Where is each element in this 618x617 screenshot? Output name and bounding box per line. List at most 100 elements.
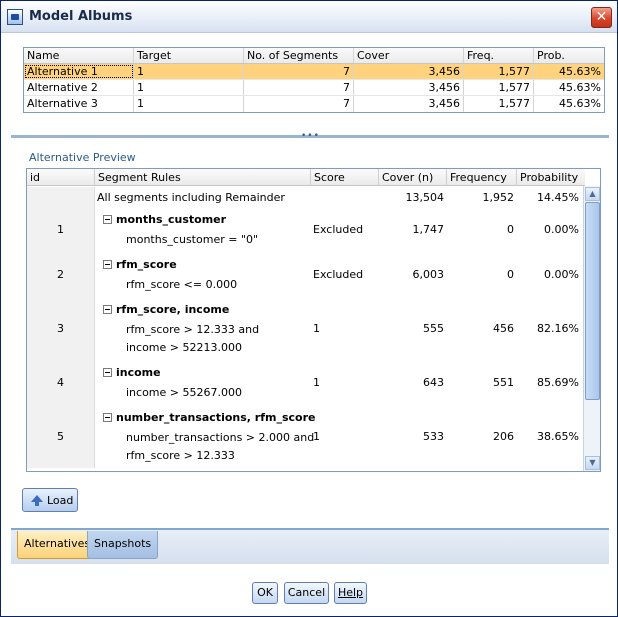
alt-freq: 1,577: [464, 96, 534, 112]
header-id[interactable]: id: [27, 169, 95, 186]
load-button-label: Load: [47, 494, 74, 507]
header-name[interactable]: Name: [24, 48, 134, 63]
splitter-grip-icon[interactable]: •••: [301, 132, 320, 141]
summary-row[interactable]: All segments including Remainder 13,504 …: [27, 187, 583, 207]
segment-frequency: 551: [493, 376, 514, 389]
segment-probability: 82.16%: [537, 322, 579, 335]
alternative-row-1[interactable]: Alternative 1 1 7 3,456 1,577 45.63%: [24, 64, 604, 80]
segment-cover: 533: [423, 430, 444, 443]
preview-vertical-scrollbar[interactable]: ▲ ▼: [583, 186, 600, 471]
ok-button[interactable]: OK: [252, 582, 278, 604]
segment-score: 1: [313, 376, 320, 389]
segment-rule-title[interactable]: income: [103, 366, 161, 379]
segment-score: Excluded: [313, 223, 364, 236]
header-prob[interactable]: Prob.: [534, 48, 604, 63]
header-cover[interactable]: Cover: [354, 48, 464, 63]
alt-cover: 3,456: [354, 64, 464, 79]
scroll-down-icon[interactable]: ▼: [585, 456, 600, 470]
alt-freq: 1,577: [464, 80, 534, 95]
segment-rule-title[interactable]: rfm_score: [103, 258, 177, 271]
close-button[interactable]: ✕: [591, 7, 612, 28]
segment-id: 3: [27, 297, 95, 360]
segment-rules-cell: income income > 55267.000: [95, 360, 311, 405]
segment-rules-cell: rfm_score, income rfm_score > 12.333 and…: [95, 297, 311, 360]
alternatives-table: Name Target No. of Segments Cover Freq. …: [23, 47, 605, 113]
collapse-toggle-icon[interactable]: [103, 368, 112, 377]
alt-cover: 3,456: [354, 96, 464, 112]
segment-id: 4: [27, 360, 95, 405]
segment-rules-cell: number_transactions, rfm_score number_tr…: [95, 405, 315, 468]
alt-cover: 3,456: [354, 80, 464, 95]
summary-rules: All segments including Remainder: [97, 190, 285, 204]
segment-rule-title[interactable]: months_customer: [103, 213, 226, 226]
segment-row-2[interactable]: 2 rfm_score rfm_score <= 0.000 Excluded …: [27, 252, 583, 297]
up-arrow-stem: [35, 501, 39, 506]
segment-score: 1: [313, 322, 320, 335]
rule-title-text: rfm_score: [116, 258, 177, 271]
summary-id-cell: [27, 187, 95, 207]
alt-name[interactable]: Alternative 2: [24, 80, 134, 95]
alt-target: 1: [134, 80, 244, 95]
header-cover-n[interactable]: Cover (n): [379, 169, 447, 186]
segment-frequency: 0: [507, 223, 514, 236]
summary-cover: 13,504: [405, 190, 445, 204]
segment-id: 1: [27, 207, 95, 252]
header-frequency[interactable]: Frequency: [447, 169, 517, 186]
header-segment-rules[interactable]: Segment Rules: [95, 169, 311, 186]
scroll-up-icon[interactable]: ▲: [585, 187, 600, 201]
tab-snapshots[interactable]: Snapshots: [87, 531, 159, 559]
preview-header-row: id Segment Rules Score Cover (n) Frequen…: [27, 169, 585, 186]
header-segments[interactable]: No. of Segments: [244, 48, 354, 63]
app-icon: [7, 9, 23, 25]
cancel-button[interactable]: Cancel: [284, 582, 329, 604]
summary-frequency: 1,952: [482, 190, 515, 204]
alternatives-header-row: Name Target No. of Segments Cover Freq. …: [24, 48, 604, 64]
collapse-toggle-icon[interactable]: [103, 215, 112, 224]
segment-row-5[interactable]: 5 number_transactions, rfm_score number_…: [27, 405, 583, 468]
alt-segments: 7: [244, 96, 354, 112]
segment-id: 5: [27, 405, 95, 468]
segment-rule-title[interactable]: rfm_score, income: [103, 303, 229, 316]
alt-target: 1: [134, 64, 244, 79]
segment-frequency: 206: [493, 430, 514, 443]
segment-score: 1: [313, 430, 320, 443]
header-score[interactable]: Score: [311, 169, 379, 186]
header-target[interactable]: Target: [134, 48, 244, 63]
segment-rules-cell: rfm_score rfm_score <= 0.000: [95, 252, 311, 297]
collapse-toggle-icon[interactable]: [103, 305, 112, 314]
segment-cover: 6,003: [412, 268, 445, 281]
scroll-thumb[interactable]: [585, 202, 600, 400]
header-probability[interactable]: Probability: [517, 169, 585, 186]
alt-freq: 1,577: [464, 64, 534, 79]
segment-row-3[interactable]: 3 rfm_score, income rfm_score > 12.333 a…: [27, 297, 583, 360]
segment-rule-title[interactable]: number_transactions, rfm_score: [103, 411, 315, 424]
segment-frequency: 456: [493, 322, 514, 335]
help-button[interactable]: Help: [334, 582, 367, 604]
load-button[interactable]: Load: [22, 488, 78, 512]
segment-row-1[interactable]: 1 months_customer months_customer = "0" …: [27, 207, 583, 252]
rule-condition: number_transactions > 2.000 and: [126, 431, 315, 444]
alt-prob: 45.63%: [559, 65, 601, 78]
alt-segments: 7: [244, 64, 354, 79]
header-freq[interactable]: Freq.: [464, 48, 534, 63]
segment-id: 2: [27, 252, 95, 297]
collapse-toggle-icon[interactable]: [103, 413, 112, 422]
segment-rules-cell: months_customer months_customer = "0": [95, 207, 311, 252]
alt-name[interactable]: Alternative 1: [24, 64, 134, 79]
rule-title-text: rfm_score, income: [116, 303, 230, 316]
title-bar[interactable]: Model Albums ✕: [1, 1, 617, 33]
tab-alternatives[interactable]: Alternatives: [17, 531, 98, 559]
rule-title-text: income: [116, 366, 161, 379]
alternative-row-2[interactable]: Alternative 2 1 7 3,456 1,577 45.63%: [24, 80, 604, 96]
model-albums-dialog: Model Albums ✕ Name Target No. of Segmen…: [0, 0, 618, 617]
alternative-row-3[interactable]: Alternative 3 1 7 3,456 1,577 45.63%: [24, 96, 604, 112]
collapse-toggle-icon[interactable]: [103, 260, 112, 269]
rule-condition: months_customer = "0": [126, 233, 259, 246]
segment-score: Excluded: [313, 268, 364, 281]
segment-cover: 555: [423, 322, 444, 335]
alt-segments: 7: [244, 80, 354, 95]
segment-row-4[interactable]: 4 income income > 55267.000 1 643 551 85…: [27, 360, 583, 405]
alternative-preview-table: id Segment Rules Score Cover (n) Frequen…: [26, 168, 601, 472]
alt-name[interactable]: Alternative 3: [24, 96, 134, 112]
segment-probability: 0.00%: [544, 223, 579, 236]
